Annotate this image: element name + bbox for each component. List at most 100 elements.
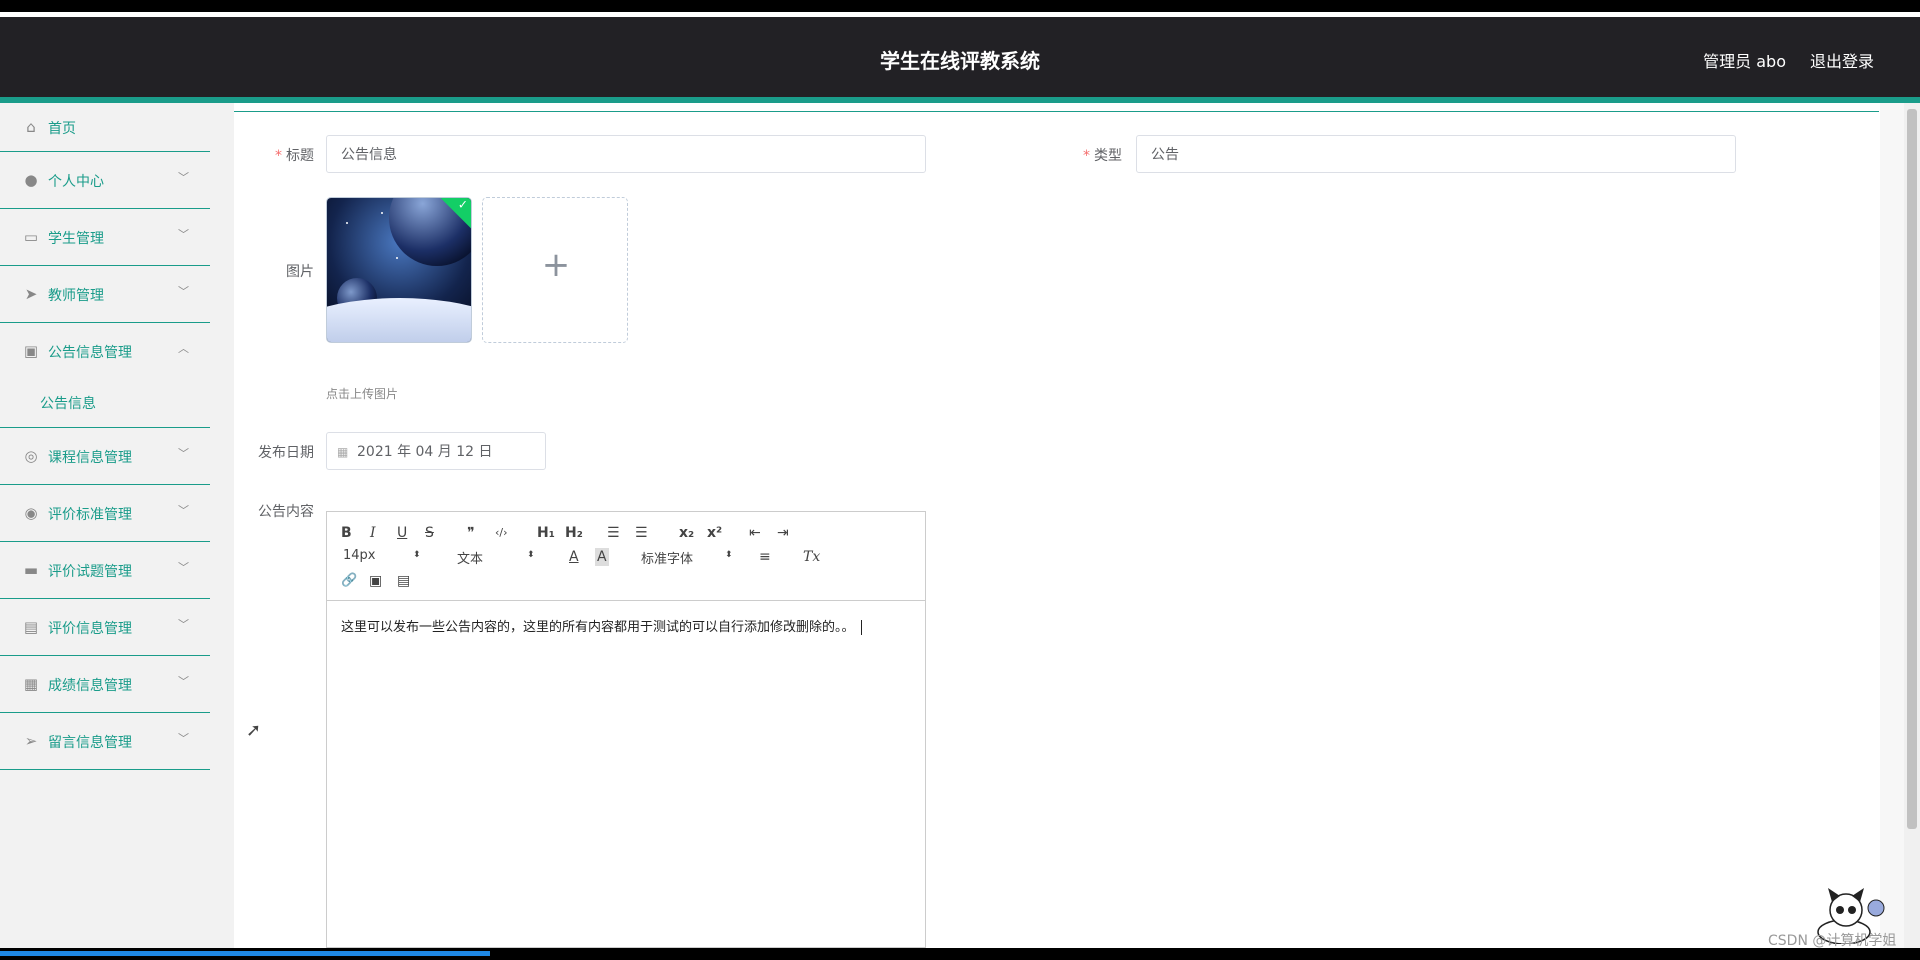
header-select[interactable]: 文本 ⬍: [457, 548, 537, 567]
align-icon[interactable]: ≡: [759, 548, 771, 566]
link-icon[interactable]: 🔗: [341, 572, 357, 590]
title-label: * 标题: [275, 148, 314, 164]
ordered-list-icon[interactable]: ☰: [607, 524, 620, 542]
select-arrows-icon: ⬍: [527, 550, 535, 560]
underline-button[interactable]: U: [397, 524, 407, 542]
chevron-down-icon: ﹀: [178, 228, 189, 241]
bullet-list-icon[interactable]: ☰: [635, 524, 648, 542]
sidebar-item-label: 评价试题管理: [48, 564, 132, 580]
sidebar-item-label: 评价信息管理: [48, 621, 132, 637]
sidebar-item-grades[interactable]: ▦ 成绩信息管理 ﹀: [0, 656, 210, 713]
sidebar-item-criteria[interactable]: ◉ 评价标准管理 ﹀: [0, 485, 210, 542]
mouse-cursor-icon: ➚: [246, 720, 262, 741]
sidebar-item-notices[interactable]: ▣ 公告信息管理 ︿: [0, 323, 210, 379]
font-family-value: 标准字体: [641, 552, 694, 567]
monitor-icon: ▬: [23, 561, 39, 579]
scrollbar-thumb[interactable]: [1907, 109, 1917, 829]
rich-text-editor[interactable]: B I U S ❞ ‹/› H₁ H₂ ☰ ☰ x₂ x² ⇤ ⇥ 14px ⬍…: [326, 511, 926, 948]
sidebar-item-questions[interactable]: ▬ 评价试题管理 ﹀: [0, 542, 210, 599]
chevron-down-icon: ﹀: [178, 618, 189, 631]
check-icon: ✓: [457, 197, 468, 212]
current-user: 管理员 abo: [1703, 52, 1786, 71]
briefcase-icon: ▣: [23, 342, 39, 360]
strike-button[interactable]: S: [425, 524, 434, 542]
superscript-button[interactable]: x²: [707, 524, 722, 542]
home-icon: ⌂: [26, 118, 36, 136]
sidebar-item-label: 学生管理: [48, 231, 104, 247]
type-input[interactable]: 公告: [1136, 135, 1736, 173]
font-size-select[interactable]: 14px ⬍: [343, 548, 423, 563]
title-input[interactable]: 公告信息: [326, 135, 926, 173]
chevron-up-icon: ︿: [178, 342, 189, 355]
chevron-down-icon: ﹀: [178, 561, 189, 574]
top-bezel: [0, 0, 1920, 12]
logout-link[interactable]: 退出登录: [1810, 48, 1874, 72]
sidebar-item-label: 课程信息管理: [48, 450, 132, 466]
content-divider: [234, 111, 1879, 112]
uploaded-image[interactable]: ✓: [326, 197, 472, 343]
italic-button[interactable]: I: [370, 524, 376, 542]
chevron-down-icon: ﹀: [178, 285, 189, 298]
compass-icon: ◎: [24, 447, 38, 465]
editor-toolbar: B I U S ❞ ‹/› H₁ H₂ ☰ ☰ x₂ x² ⇤ ⇥ 14px ⬍…: [327, 512, 925, 601]
clear-format-button[interactable]: Tx: [803, 548, 820, 566]
scrollbar[interactable]: [1904, 103, 1920, 948]
watermark: CSDN @计算机学姐: [1768, 933, 1897, 949]
outdent-icon[interactable]: ⇤: [749, 524, 761, 542]
upload-image-button[interactable]: +: [482, 197, 628, 343]
h2-button[interactable]: H₂: [565, 524, 583, 542]
chevron-down-icon: ﹀: [178, 732, 189, 745]
select-arrows-icon: ⬍: [413, 550, 421, 560]
sidebar-item-evaluations[interactable]: ▤ 评价信息管理 ﹀: [0, 599, 210, 656]
header-select-value: 文本: [457, 552, 484, 567]
sidebar: ⌂ 首页 ● 个人中心 ﹀ ▭ 学生管理 ﹀ ➤ 教师管理 ﹀ ▣ 公告信息管理…: [0, 103, 210, 948]
sidebar-item-students[interactable]: ▭ 学生管理 ﹀: [0, 209, 210, 266]
date-value: 2021 年 04 月 12 日: [357, 444, 493, 460]
chevron-down-icon: ﹀: [178, 675, 189, 688]
bold-button[interactable]: B: [341, 524, 352, 542]
sidebar-item-label: 评价标准管理: [48, 507, 132, 523]
main-content: * 标题 公告信息 * 类型 公告 图片 ✓ + 点击上传图片 发布日期 ▦ 2…: [234, 103, 1880, 948]
font-color-button[interactable]: A: [569, 548, 579, 566]
sidebar-subitem-notice-info[interactable]: 公告信息: [0, 379, 210, 427]
font-size-value: 14px: [343, 548, 376, 563]
sidebar-item-messages[interactable]: ➢ 留言信息管理 ﹀: [0, 713, 210, 770]
content-gutter: [210, 103, 234, 948]
editor-content[interactable]: 这里可以发布一些公告内容的，这里的所有内容都用于测试的可以自行添加修改删除的。。: [341, 616, 862, 635]
font-family-select[interactable]: 标准字体 ⬍: [641, 548, 737, 567]
plus-icon: +: [541, 245, 571, 285]
progress-bar: [0, 951, 490, 956]
text-caret: [860, 620, 862, 635]
indent-icon[interactable]: ⇥: [777, 524, 789, 542]
date-picker[interactable]: ▦ 2021 年 04 月 12 日: [326, 432, 546, 470]
sidebar-item-label: 成绩信息管理: [48, 678, 132, 694]
sidebar-item-profile[interactable]: ● 个人中心 ﹀: [0, 152, 210, 209]
sidebar-item-teachers[interactable]: ➤ 教师管理 ﹀: [0, 266, 210, 323]
page-right-edge: [1880, 103, 1904, 948]
sidebar-item-courses[interactable]: ◎ 课程信息管理 ﹀: [0, 428, 210, 485]
sidebar-item-home[interactable]: ⌂ 首页: [0, 103, 210, 152]
subscript-button[interactable]: x₂: [679, 524, 694, 542]
date-label: 发布日期: [258, 445, 314, 461]
planet-image: [327, 198, 471, 342]
user-icon: ●: [24, 171, 38, 189]
image-label: 图片: [286, 264, 314, 280]
code-block-button[interactable]: ‹/›: [495, 524, 508, 542]
sidebar-item-label: 留言信息管理: [48, 735, 132, 751]
sidebar-item-label: 教师管理: [48, 288, 104, 304]
sidebar-subitem-label: 公告信息: [40, 396, 96, 412]
h1-button[interactable]: H₁: [537, 524, 555, 542]
sidebar-item-label: 个人中心: [48, 174, 104, 190]
chat-icon: ▭: [23, 228, 39, 246]
location-icon: ➢: [24, 732, 38, 750]
chevron-down-icon: ﹀: [178, 171, 189, 184]
blockquote-button[interactable]: ❞: [467, 524, 475, 542]
video-icon[interactable]: ▤: [397, 572, 410, 590]
editor-text: 这里可以发布一些公告内容的，这里的所有内容都用于测试的可以自行添加修改删除的。。: [341, 620, 855, 635]
app-header: 学生在线评教系统 管理员 abo 退出登录: [0, 17, 1920, 103]
image-icon[interactable]: ▣: [369, 572, 382, 590]
background-color-button[interactable]: A: [595, 548, 609, 566]
chevron-down-icon: ﹀: [178, 504, 189, 517]
upload-hint: 点击上传图片: [326, 387, 399, 401]
sidebar-group-notices: ▣ 公告信息管理 ︿ 公告信息: [0, 323, 210, 428]
